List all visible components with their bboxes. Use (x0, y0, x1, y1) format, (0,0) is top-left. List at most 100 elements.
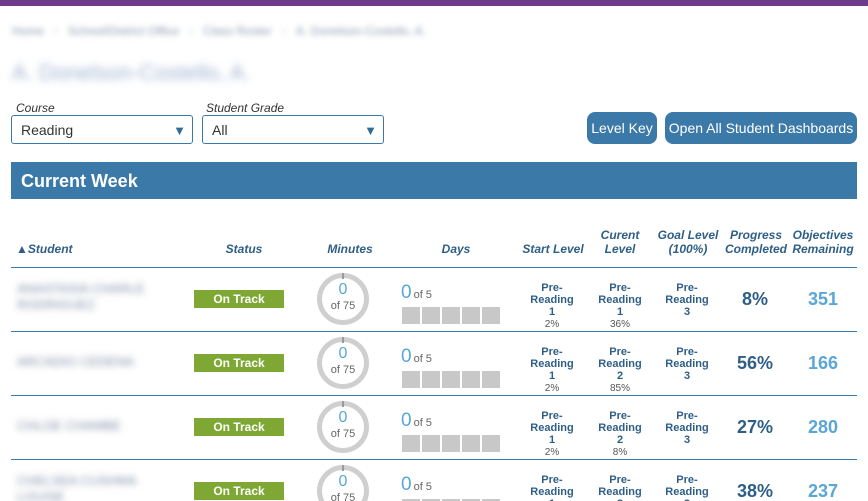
objectives-remaining[interactable]: 166 (791, 353, 855, 374)
level-name: Pre-Reading (530, 410, 574, 434)
header-line: (100%) (668, 242, 708, 256)
column-header-days: Days (441, 242, 471, 256)
table-row[interactable]: ARCADIO CEDENA On Track 0 of 75 0 of 5 Pr… (11, 332, 857, 396)
goal-level: Pre-Reading 3 (655, 282, 719, 318)
table-row[interactable]: ANASTASIA CHARLE RODRIGUEZ On Track 0 of… (11, 268, 857, 332)
start-level: Pre-Reading 1 2% (520, 346, 584, 395)
days-counter: 0 of 5 (401, 282, 432, 304)
column-header-student[interactable]: ▲Student (16, 242, 73, 256)
header-line: Progress (729, 228, 783, 242)
grade-select-value: All (212, 122, 228, 138)
minutes-value: 0 (338, 281, 348, 298)
minutes-value: 0 (338, 409, 348, 426)
days-total: of 5 (413, 289, 432, 301)
days-counter: 0 of 5 (401, 346, 432, 368)
student-name[interactable]: ANASTASIA CHARLE RODRIGUEZ (17, 281, 145, 313)
day-box (462, 435, 480, 452)
level-number: 3 (683, 370, 691, 382)
open-all-dashboards-button[interactable]: Open All Student Dashboards (665, 112, 857, 144)
level-name: Pre-Reading (665, 474, 709, 498)
minutes-ring: 0 of 75 (317, 401, 369, 453)
objectives-remaining[interactable]: 351 (791, 289, 855, 310)
day-box (402, 307, 420, 324)
level-percent: 2% (544, 447, 560, 458)
level-name: Pre-Reading (665, 282, 709, 306)
day-box (442, 371, 460, 388)
column-header-start-level: Start Level (522, 242, 584, 256)
level-number: 3 (683, 434, 691, 446)
breadcrumb-item[interactable]: Class Roster (203, 24, 272, 38)
student-name[interactable]: ARCADIO CEDENA (17, 354, 134, 370)
column-header-status: Status (225, 242, 263, 256)
level-name: Pre-Reading (598, 346, 642, 370)
day-box (482, 371, 500, 388)
column-header-goal-level: Goal Level (100%) (654, 228, 722, 256)
breadcrumb-item[interactable]: School/District Office (68, 24, 179, 38)
level-percent: 2% (544, 383, 560, 394)
status-badge: On Track (194, 482, 284, 500)
breadcrumb: Home › School/District Office › Class Ro… (12, 24, 426, 38)
header-line: Remaining (792, 242, 854, 256)
goal-level: Pre-Reading 3 (655, 410, 719, 446)
minutes-ring: 0 of 75 (317, 465, 369, 501)
column-header-objectives: Objectives Remaining (791, 228, 855, 256)
level-name: Pre-Reading (665, 410, 709, 434)
progress-completed: 38% (736, 481, 774, 501)
objectives-remaining[interactable]: 280 (791, 417, 855, 438)
level-name: Pre-Reading (598, 282, 642, 306)
ring-tick (342, 465, 344, 471)
progress-completed: 56% (736, 353, 774, 373)
student-name-line: ANASTASIA CHARLE (17, 281, 145, 296)
progress-completed: 8% (741, 289, 768, 309)
column-header-current-level: Curent Level (592, 228, 648, 256)
day-box (422, 371, 440, 388)
minutes-total: of 75 (330, 428, 356, 440)
column-header-progress: Progress Completed (724, 228, 788, 256)
student-name-line: ARCADIO CEDENA (17, 354, 135, 369)
objectives-remaining[interactable]: 237 (791, 481, 855, 501)
level-key-button[interactable]: Level Key (587, 112, 657, 144)
days-value: 0 (401, 346, 412, 367)
section-title: Current Week (21, 171, 138, 191)
level-name: Pre-Reading (598, 474, 642, 498)
minutes-total: of 75 (330, 300, 356, 312)
days-value: 0 (401, 474, 412, 495)
day-box (462, 307, 480, 324)
dropdown-caret-icon: ▼ (364, 123, 377, 138)
top-accent-bar (0, 0, 868, 6)
days-value: 0 (401, 282, 412, 303)
header-line: Objectives (792, 228, 854, 242)
page-title: A. Donelson-Costello, A. (12, 60, 251, 85)
level-percent: 36% (609, 319, 630, 330)
level-name: Pre-Reading (530, 282, 574, 306)
table-row[interactable]: CHLOE CHAMBE On Track 0 of 75 0 of 5 Pre-… (11, 396, 857, 460)
ring-tick (342, 401, 344, 407)
day-box (402, 435, 420, 452)
student-name[interactable]: CHLOE CHAMBE (17, 418, 121, 434)
grade-select[interactable]: All ▼ (202, 115, 384, 144)
day-box (442, 307, 460, 324)
current-level: Pre-Reading 1 36% (588, 282, 652, 331)
student-name[interactable]: CHELSEA CUSHMA LOUISE (17, 473, 137, 501)
status-badge: On Track (194, 354, 284, 372)
days-progress (402, 435, 500, 452)
level-percent: 85% (609, 383, 630, 394)
ring-tick (342, 273, 344, 279)
day-box (422, 307, 440, 324)
minutes-total: of 75 (330, 492, 356, 501)
table-row[interactable]: CHELSEA CUSHMA LOUISE On Track 0 of 75 0… (11, 460, 857, 501)
day-box (462, 371, 480, 388)
start-level: Pre-Reading 1 2% (520, 410, 584, 459)
course-select[interactable]: Reading ▼ (11, 115, 193, 144)
status-badge: On Track (194, 290, 284, 308)
level-number: 1 (548, 306, 556, 318)
level-name: Pre-Reading (530, 474, 574, 498)
minutes-value: 0 (338, 473, 348, 490)
breadcrumb-item[interactable]: Home (12, 24, 44, 38)
status-badge: On Track (194, 418, 284, 436)
student-name-line: CHELSEA CUSHMA (17, 473, 137, 488)
breadcrumb-item[interactable]: A. Donelson-Costello, A. (296, 24, 426, 38)
goal-level: Pre-Reading 3 (655, 474, 719, 501)
ring-tick (342, 337, 344, 343)
header-line: Level (604, 242, 636, 256)
